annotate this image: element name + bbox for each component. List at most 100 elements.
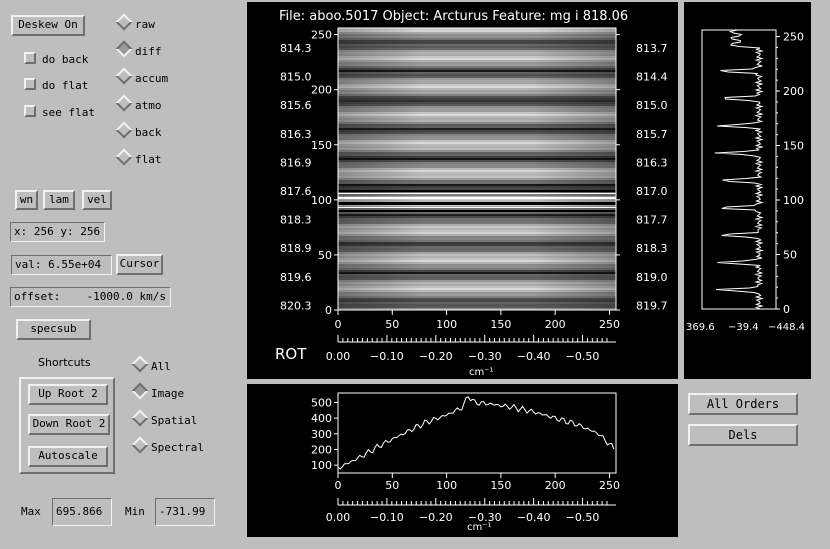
- autoscale-button[interactable]: Autoscale: [28, 446, 108, 467]
- image-wn-tick: −0.10: [370, 350, 404, 363]
- scope-all-radio[interactable]: All: [131, 355, 171, 374]
- mode-raw-radio[interactable]: raw: [115, 13, 155, 32]
- mode-flat-radio[interactable]: flat: [115, 148, 162, 167]
- max-label: Max: [21, 505, 41, 518]
- left-wavelength-label: 818.9: [280, 242, 312, 255]
- mode-diff-radio[interactable]: diff: [115, 40, 162, 59]
- image-y-tick: 0: [325, 304, 332, 317]
- spectral-x-tick: 150: [490, 479, 511, 492]
- spatial-profile-line: [714, 29, 764, 310]
- spectral-profile-line: [337, 396, 615, 470]
- left-wavelength-label: 819.6: [280, 271, 312, 284]
- left-wavelength-label: 817.6: [280, 185, 312, 198]
- checkbox-box[interactable]: [24, 78, 36, 90]
- right-wavelength-label: 819.7: [636, 299, 668, 312]
- image-y-tick: 200: [311, 84, 332, 97]
- spectral-x-tick: 50: [385, 479, 399, 492]
- image-x-tick: 250: [599, 318, 620, 331]
- spectral-y-tick: 500: [311, 396, 332, 409]
- image-x-tick: 150: [490, 318, 511, 331]
- image-wn-tick: −0.50: [566, 350, 600, 363]
- spectral-y-tick: 200: [311, 443, 332, 456]
- right-wavelength-label: 817.0: [636, 185, 668, 198]
- max-input[interactable]: 695.866: [52, 498, 112, 526]
- image-y-tick: 150: [311, 139, 332, 152]
- spectral-x-tick: 250: [599, 479, 620, 492]
- deskew-button[interactable]: Deskew On: [11, 15, 85, 36]
- left-wavelength-label: 820.3: [280, 299, 312, 312]
- spectral-wn-tick: 0.00: [326, 511, 351, 524]
- spectral-wn-tick: −0.50: [566, 511, 600, 524]
- specsub-button[interactable]: specsub: [16, 319, 91, 340]
- mode-accum-radio[interactable]: accum: [115, 67, 168, 86]
- up-root-2-button[interactable]: Up Root 2: [28, 384, 108, 405]
- image-wn-tick: 0.00: [326, 350, 351, 363]
- spectral-y-tick: 100: [311, 459, 332, 472]
- checkbox-box[interactable]: [24, 105, 36, 117]
- spectral-frame: [337, 392, 617, 474]
- image-display-panel[interactable]: File: aboo.5017 Object: Arcturus Feature…: [247, 2, 678, 379]
- rot-label: ROT: [275, 345, 307, 363]
- scope-spectral-radio[interactable]: Spectral: [131, 436, 204, 455]
- offset-value: -1000.0 km/s: [86, 290, 166, 303]
- mode-atmo-radio[interactable]: atmo: [115, 94, 162, 113]
- min-input[interactable]: -731.99: [155, 498, 215, 526]
- right-wavelength-label: 815.7: [636, 128, 668, 141]
- spatial-y-tick: 0: [783, 303, 790, 316]
- spatial-bottom-label-1: −39.4: [728, 322, 759, 333]
- right-wavelength-label: 814.4: [636, 71, 668, 84]
- dels-button[interactable]: Dels: [688, 424, 798, 446]
- mode-back-radio[interactable]: back: [115, 121, 162, 140]
- scope-spatial-radio[interactable]: Spatial: [131, 409, 197, 428]
- image-display-svg: File: aboo.5017 Object: Arcturus Feature…: [275, 9, 668, 378]
- left-wavelength-label: 815.0: [280, 71, 312, 84]
- left-wavelength-label: 818.3: [280, 214, 312, 227]
- checkbox-box[interactable]: [24, 52, 36, 64]
- spatial-bottom-label-0: 369.6: [686, 322, 715, 333]
- spatial-y-tick: 150: [783, 140, 804, 153]
- spatial-y-tick: 250: [783, 31, 804, 44]
- all-orders-button[interactable]: All Orders: [688, 393, 798, 415]
- left-wavelength-label: 814.3: [280, 42, 312, 55]
- spectral-profile-panel[interactable]: 500 400 300 200 100 0 50 100 150 200 250 0.00 −0.10…: [247, 384, 678, 537]
- min-label: Min: [125, 505, 145, 518]
- val-readout: val: 6.55e+04: [11, 255, 112, 275]
- right-wavelength-label: 816.3: [636, 156, 668, 169]
- see-flat-checkbox[interactable]: see flat: [24, 105, 95, 120]
- do-flat-checkbox[interactable]: do flat: [24, 78, 88, 93]
- spectral-x-tick: 0: [335, 479, 342, 492]
- image-x-tick: 50: [385, 318, 399, 331]
- spatial-y-tick: 50: [783, 249, 797, 262]
- spectral-y-tick: 300: [311, 428, 332, 441]
- spectral-x-tick: 200: [545, 479, 566, 492]
- image-wn-tick: −0.20: [419, 350, 453, 363]
- image-y-tick: 250: [311, 29, 332, 42]
- unit-lam-button[interactable]: lam: [43, 190, 75, 210]
- unit-wn-button[interactable]: wn: [15, 190, 38, 210]
- image-x-tick: 200: [545, 318, 566, 331]
- left-wavelength-label: 816.9: [280, 156, 312, 169]
- image-x-tick: 0: [335, 318, 342, 331]
- offset-field[interactable]: offset: -1000.0 km/s: [10, 287, 171, 307]
- unit-label: cm⁻¹: [469, 367, 494, 378]
- scope-image-radio[interactable]: Image: [131, 382, 184, 401]
- down-root-2-button[interactable]: Down Root 2: [28, 414, 110, 435]
- xy-readout: x: 256 y: 256: [10, 222, 105, 242]
- spatial-profile-panel[interactable]: 250 200 150 100 50 0 369.6 −39.4 −448.4: [684, 2, 811, 379]
- right-wavelength-label: 817.7: [636, 214, 668, 227]
- spectral-y-tick: 400: [311, 412, 332, 425]
- shortcuts-title: Shortcuts: [38, 356, 91, 369]
- do-back-checkbox[interactable]: do back: [24, 52, 88, 67]
- image-wn-tick: −0.40: [517, 350, 551, 363]
- spatial-frame: [701, 29, 777, 310]
- unit-vel-button[interactable]: vel: [82, 190, 112, 210]
- right-wavelength-label: 818.3: [636, 242, 668, 255]
- cursor-button[interactable]: Cursor: [116, 254, 163, 275]
- image-wn-tick: −0.30: [468, 350, 502, 363]
- image-y-tick: 100: [311, 194, 332, 207]
- right-wavelength-label: 815.0: [636, 99, 668, 112]
- left-wavelength-label: 816.3: [280, 128, 312, 141]
- spatial-profile-svg: 250 200 150 100 50 0 369.6 −39.4 −448.4: [686, 29, 805, 333]
- spectral-wn-tick: −0.40: [517, 511, 551, 524]
- spectrum-image[interactable]: [337, 27, 617, 311]
